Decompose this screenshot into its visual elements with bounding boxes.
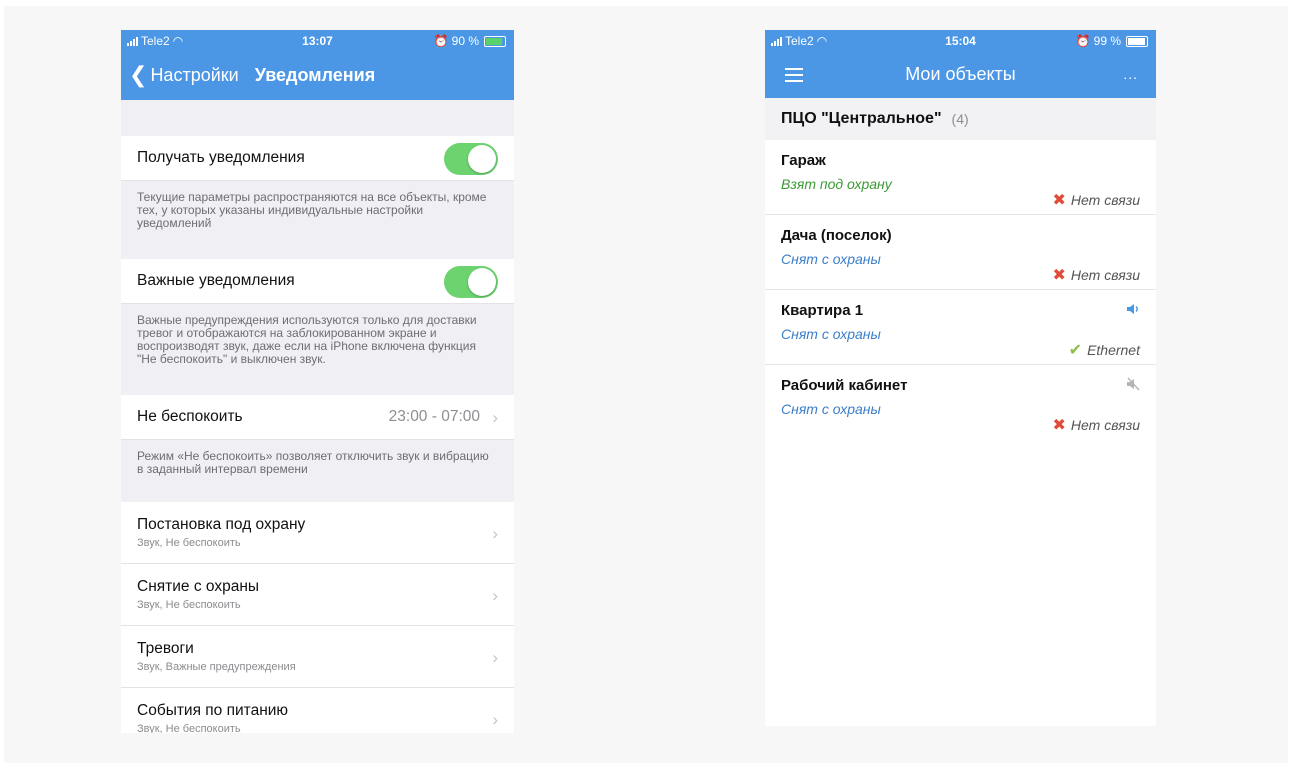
more-button[interactable]: ... [1123, 66, 1138, 82]
event-row-arming[interactable]: Постановка под охрану Звук, Не беспокоит… [121, 502, 514, 564]
event-sub: Звук, Не беспокоить [137, 537, 241, 549]
chevron-left-icon: ❮ [129, 62, 148, 87]
do-not-disturb-interval: 23:00 - 07:00 [388, 408, 480, 425]
chevron-right-icon: › [492, 710, 498, 729]
group-header: ПЦО "Центральное" (4) [765, 98, 1156, 140]
settings-list: Получать уведомления Текущие параметры р… [121, 100, 514, 733]
connection-status: ✖ Нет связи [1053, 265, 1140, 285]
battery-icon [1126, 35, 1148, 47]
chevron-right-icon: › [492, 408, 498, 427]
object-state: Снят с охраны [781, 326, 881, 342]
object-row[interactable]: Рабочий кабинет Снят с охраны ✖ Нет связ… [765, 365, 1156, 440]
object-name: Квартира 1 [781, 302, 864, 319]
receive-notifications-toggle[interactable] [444, 143, 498, 175]
alarm-icon: ⏰ [1075, 34, 1091, 48]
connection-label: Нет связи [1070, 192, 1140, 208]
x-icon: ✖ [1052, 192, 1066, 209]
event-row-power[interactable]: События по питанию Звук, Не беспокоить › [121, 688, 514, 733]
navigation-bar: Tele2 ◠ 15:04 ⏰ 99 % Мои объекты ... [765, 30, 1156, 98]
connection-label: Нет связи [1070, 267, 1140, 283]
object-row[interactable]: Квартира 1 Снят с охраны ✔ Ethernet [765, 290, 1156, 365]
chevron-right-icon: › [492, 648, 498, 667]
critical-alerts-toggle[interactable] [444, 266, 498, 298]
do-not-disturb-label: Не беспокоить [137, 408, 243, 425]
critical-alerts-row: Важные уведомления [121, 259, 514, 304]
event-sub: Звук, Не беспокоить [137, 599, 241, 611]
object-row[interactable]: Дача (поселок) Снят с охраны ✖ Нет связи [765, 215, 1156, 290]
speaker-muted-icon [1127, 377, 1140, 391]
page-title: Уведомления [254, 64, 376, 85]
object-state: Снят с охраны [781, 251, 881, 267]
do-not-disturb-row[interactable]: Не беспокоить 23:00 - 07:00 › [121, 395, 514, 440]
connection-label: Нет связи [1070, 417, 1140, 433]
connection-status: ✖ Нет связи [1053, 190, 1140, 210]
event-sub: Звук, Важные предупреждения [137, 661, 296, 673]
event-label: Тревоги [137, 640, 194, 657]
connection-label: Ethernet [1087, 342, 1140, 358]
critical-alerts-label: Важные уведомления [137, 272, 295, 289]
battery-icon [484, 35, 506, 47]
check-icon: ✔ [1068, 342, 1083, 359]
section-spacer [121, 100, 514, 136]
objects-list: Гараж Взят под охрану ✖ Нет связи Дача (… [765, 140, 1156, 440]
event-row-disarming[interactable]: Снятие с охраны Звук, Не беспокоить › [121, 564, 514, 626]
critical-alerts-note: Важные предупреждения используются тольк… [137, 313, 477, 366]
x-icon: ✖ [1052, 417, 1066, 434]
do-not-disturb-note: Режим «Не беспокоить» позволяет отключит… [137, 449, 489, 476]
event-row-alarms[interactable]: Тревоги Звук, Важные предупреждения › [121, 626, 514, 688]
navigation-bar: Tele2 ◠ 13:07 ⏰ 90 % ❮ Настройки Уведомл… [121, 30, 514, 100]
event-label: События по питанию [137, 702, 289, 719]
object-name: Дача (поселок) [781, 227, 892, 244]
object-state: Взят под охрану [781, 176, 892, 192]
receive-notifications-row: Получать уведомления [121, 136, 514, 181]
back-button[interactable]: ❮ Настройки [129, 64, 239, 86]
group-name: ПЦО "Центральное" [781, 110, 942, 127]
x-icon: ✖ [1052, 267, 1066, 284]
event-label: Постановка под охрану [137, 516, 306, 533]
object-name: Гараж [781, 152, 826, 169]
battery-percent: 99 % [1093, 34, 1121, 48]
back-label: Настройки [150, 64, 239, 85]
receive-notifications-note: Текущие параметры распространяются на вс… [137, 190, 487, 230]
object-state: Снят с охраны [781, 401, 881, 417]
connection-status: ✖ Нет связи [1053, 415, 1140, 435]
chevron-right-icon: › [492, 524, 498, 543]
battery-percent: 90 % [451, 34, 479, 48]
object-row[interactable]: Гараж Взят под охрану ✖ Нет связи [765, 140, 1156, 215]
my-objects-screen: Tele2 ◠ 15:04 ⏰ 99 % Мои объекты ... ПЦО… [765, 30, 1156, 726]
notifications-settings-screen: Tele2 ◠ 13:07 ⏰ 90 % ❮ Настройки Уведомл… [121, 30, 514, 733]
group-count: (4) [951, 111, 969, 127]
connection-status: ✔ Ethernet [1069, 340, 1140, 360]
event-label: Снятие с охраны [137, 578, 260, 595]
event-sub: Звук, Не беспокоить [137, 723, 241, 733]
status-bar: Tele2 ◠ 13:07 ⏰ 90 % [121, 30, 514, 52]
receive-notifications-label: Получать уведомления [137, 149, 305, 166]
status-bar: Tele2 ◠ 15:04 ⏰ 99 % [765, 30, 1156, 52]
page-title: Мои объекты [905, 64, 1016, 84]
alarm-icon: ⏰ [433, 34, 449, 48]
chevron-right-icon: › [492, 586, 498, 605]
speaker-icon [1127, 304, 1138, 314]
object-name: Рабочий кабинет [781, 377, 908, 394]
